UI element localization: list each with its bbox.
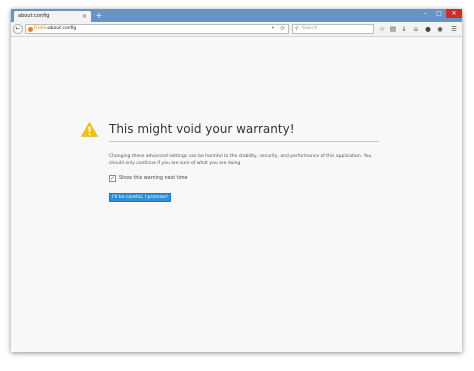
navigation-toolbar: ← Firefox about:config ▾ ⟳ ⚲ Search ☆ ▤ …	[11, 22, 462, 37]
reading-list-icon[interactable]: ▤	[389, 25, 397, 33]
firefox-logo-icon	[28, 26, 33, 32]
menu-icon[interactable]: ☰	[450, 25, 458, 33]
new-tab-button[interactable]: +	[94, 10, 104, 21]
about-config-warning-page: This might void your warranty! Changing …	[11, 37, 462, 352]
tab-title: about:config	[18, 13, 50, 19]
star-icon[interactable]: ☆	[378, 25, 386, 33]
tab-about-config[interactable]: about:config ×	[14, 11, 91, 22]
warning-icon	[81, 122, 98, 137]
chat-icon[interactable]: ●	[424, 25, 432, 33]
warning-description: Changing these advanced settings can be …	[109, 154, 372, 166]
page-title: This might void your warranty!	[109, 122, 295, 136]
search-placeholder: Search	[302, 26, 318, 31]
maximize-button[interactable]: □	[432, 9, 446, 18]
back-button[interactable]: ←	[13, 24, 23, 34]
url-dropdown-icon[interactable]: ▾	[272, 25, 274, 33]
show-warning-checkbox[interactable]: ✓	[109, 175, 116, 182]
home-icon[interactable]: ⌂	[412, 25, 420, 33]
pocket-icon[interactable]: ◉	[436, 25, 444, 33]
search-icon: ⚲	[295, 26, 299, 32]
browser-window: about:config × + – □ ✕ ← Firefox about:c…	[11, 9, 462, 352]
tab-close-icon[interactable]: ×	[82, 11, 87, 22]
download-icon[interactable]: ↓	[400, 25, 408, 33]
reload-icon[interactable]: ⟳	[280, 25, 285, 33]
close-window-button[interactable]: ✕	[446, 9, 462, 18]
title-divider	[109, 141, 379, 142]
search-input[interactable]: ⚲ Search	[292, 24, 374, 34]
url-bar[interactable]: Firefox about:config ▾ ⟳	[25, 24, 289, 34]
show-warning-label[interactable]: Show this warning next time	[119, 175, 187, 182]
accept-risk-button[interactable]: I'll be careful, I promise!	[109, 193, 171, 202]
tab-strip: about:config × + – □ ✕	[11, 9, 462, 22]
url-text[interactable]: about:config	[48, 25, 76, 33]
minimize-button[interactable]: –	[418, 9, 432, 18]
identity-label: Firefox	[34, 26, 49, 31]
